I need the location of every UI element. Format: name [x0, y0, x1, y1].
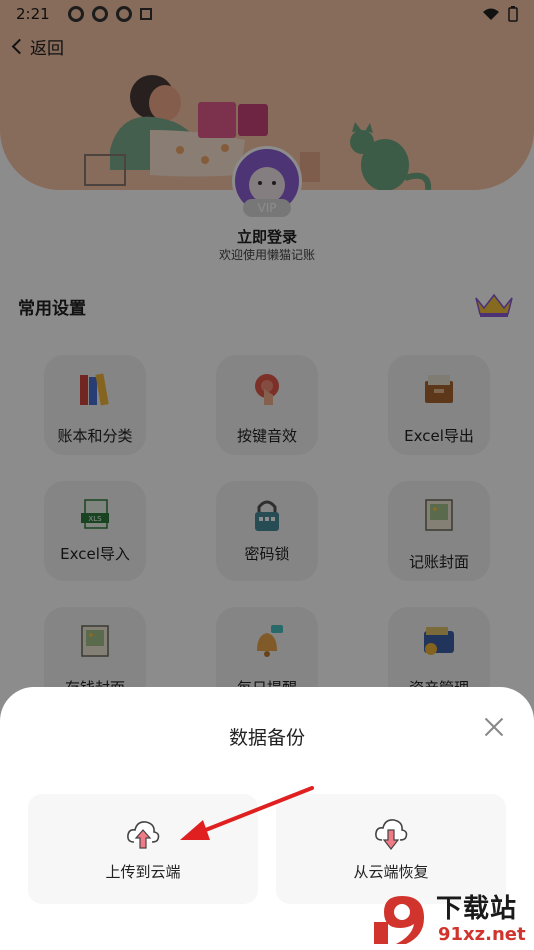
- upload-label: 上传到云端: [105, 863, 181, 881]
- upload-to-cloud-button[interactable]: 上传到云端: [28, 794, 258, 904]
- restore-label: 从云端恢复: [353, 863, 429, 881]
- site-logo-icon: [374, 896, 424, 944]
- close-button[interactable]: [482, 715, 506, 739]
- watermark-title: 下载站: [436, 894, 518, 924]
- cloud-download-icon: [375, 819, 408, 850]
- site-watermark: 下载站 91xz.net: [372, 888, 534, 950]
- dialog-title: 数据备份: [228, 727, 305, 749]
- watermark-url: 91xz.net: [438, 924, 526, 945]
- cloud-upload-icon: [127, 821, 160, 849]
